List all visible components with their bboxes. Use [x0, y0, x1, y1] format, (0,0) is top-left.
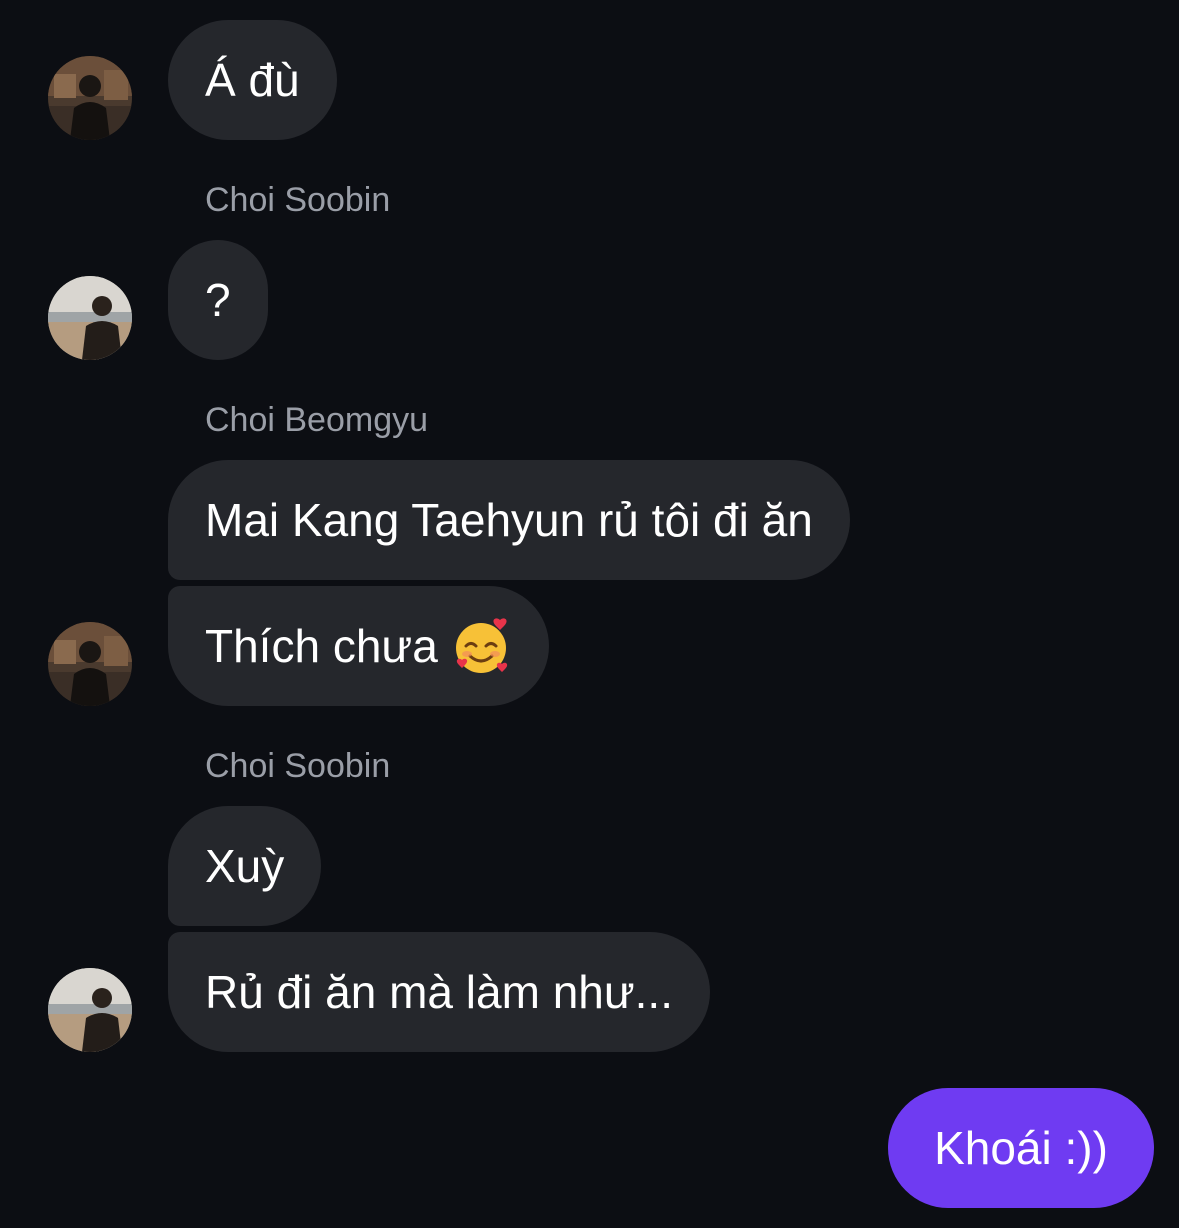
- avatar-beomgyu[interactable]: [48, 56, 132, 140]
- message-bubble[interactable]: Thích chưa: [168, 586, 549, 706]
- avatar-photo-beach: [48, 968, 132, 1052]
- message-text: ?: [205, 274, 231, 326]
- message-bubble[interactable]: Á đù: [168, 20, 337, 140]
- smiling-face-with-hearts-icon: [452, 616, 512, 676]
- sender-name: Choi Soobin: [205, 747, 391, 785]
- message-text: Thích chưa: [205, 620, 438, 672]
- sender-name: Choi Soobin: [205, 181, 391, 219]
- avatar-soobin[interactable]: [48, 968, 132, 1052]
- message-text: Á đù: [205, 54, 300, 106]
- outgoing-message-bubble[interactable]: Khoái :)): [888, 1088, 1154, 1208]
- avatar-beomgyu[interactable]: [48, 622, 132, 706]
- avatar-photo-brick-wall: [48, 622, 132, 706]
- message-text: Xuỳ: [205, 840, 285, 892]
- avatar-photo-beach: [48, 276, 132, 360]
- avatar-photo-brick-wall: [48, 56, 132, 140]
- message-bubble[interactable]: Xuỳ: [168, 806, 322, 926]
- message-bubble[interactable]: Mai Kang Taehyun rủ tôi đi ăn: [168, 460, 850, 580]
- message-text: Rủ đi ăn mà làm như...: [205, 966, 673, 1018]
- avatar-soobin[interactable]: [48, 276, 132, 360]
- message-bubble[interactable]: Rủ đi ăn mà làm như...: [168, 932, 710, 1052]
- message-bubble[interactable]: ?: [168, 240, 268, 360]
- message-text: Mai Kang Taehyun rủ tôi đi ăn: [205, 494, 813, 546]
- message-text: Khoái :)): [934, 1122, 1108, 1174]
- sender-name: Choi Beomgyu: [205, 401, 429, 439]
